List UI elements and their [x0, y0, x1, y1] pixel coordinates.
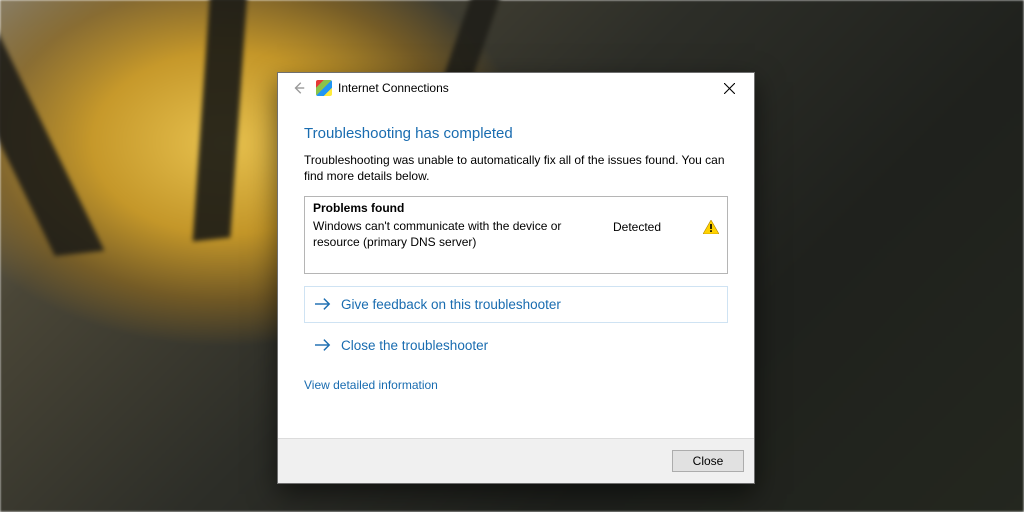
page-heading: Troubleshooting has completed: [304, 125, 728, 142]
arrow-right-icon: [315, 338, 331, 352]
problem-status: Detected: [613, 219, 693, 234]
give-feedback-action[interactable]: Give feedback on this troubleshooter: [304, 286, 728, 323]
titlebar: Internet Connections: [278, 73, 754, 103]
problems-found-header: Problems found: [313, 201, 719, 215]
window-title: Internet Connections: [338, 81, 449, 95]
back-arrow-icon: [292, 81, 306, 95]
page-subtext: Troubleshooting was unable to automatica…: [304, 152, 728, 184]
close-troubleshooter-label: Close the troubleshooter: [341, 338, 488, 353]
back-button[interactable]: [288, 77, 310, 99]
troubleshooter-dialog: Internet Connections Troubleshooting has…: [277, 72, 755, 484]
dialog-button-bar: Close: [278, 438, 754, 483]
give-feedback-label: Give feedback on this troubleshooter: [341, 297, 561, 312]
troubleshooter-app-icon: [316, 80, 332, 96]
warning-icon: [703, 220, 719, 234]
close-button[interactable]: Close: [672, 450, 744, 472]
dialog-client-area: Troubleshooting has completed Troublesho…: [278, 103, 754, 438]
view-detailed-information-link[interactable]: View detailed information: [304, 378, 728, 392]
close-icon: [724, 83, 735, 94]
arrow-right-icon: [315, 297, 331, 311]
problems-found-box: Problems found Windows can't communicate…: [304, 196, 728, 273]
window-close-button[interactable]: [708, 74, 750, 102]
close-troubleshooter-action[interactable]: Close the troubleshooter: [304, 327, 728, 364]
problem-description: Windows can't communicate with the devic…: [313, 219, 603, 250]
problem-row: Windows can't communicate with the devic…: [313, 219, 719, 250]
